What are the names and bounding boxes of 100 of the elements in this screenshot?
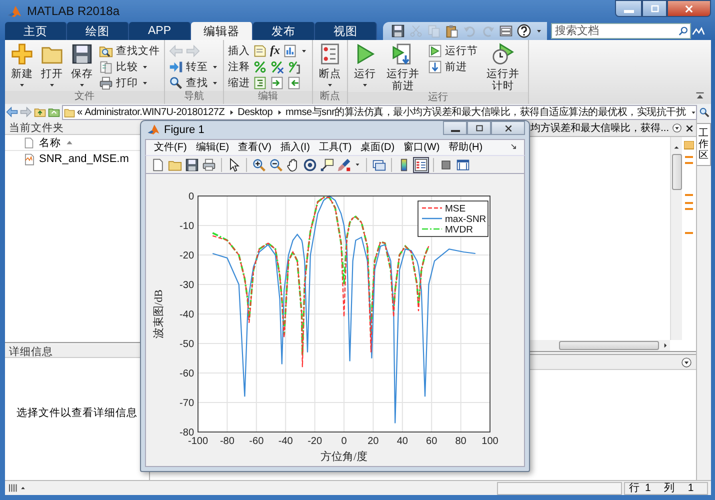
undock-icon[interactable]: [510, 143, 518, 152]
indent-right-icon[interactable]: [270, 76, 284, 90]
paste-icon[interactable]: [445, 24, 459, 38]
vertical-scrollbar[interactable]: [670, 137, 682, 340]
ribbon-tab[interactable]: 视图: [315, 22, 377, 40]
ribbon-button[interactable]: 前进: [428, 60, 467, 74]
ribbon-button[interactable]: 运行并计时: [482, 43, 524, 92]
pointer-icon[interactable]: [227, 158, 241, 172]
file-item[interactable]: SNR_and_MSE.m: [39, 153, 129, 165]
minimize-button[interactable]: [443, 121, 467, 135]
ribbon-button[interactable]: 断点: [317, 43, 343, 91]
caret-icon[interactable]: [690, 108, 697, 116]
horizontal-scrollbar[interactable]: [530, 340, 670, 351]
tick-label: 0: [341, 436, 347, 447]
panel-menu-icon[interactable]: [681, 356, 692, 368]
ribbon-tab[interactable]: APP: [129, 22, 191, 40]
close-button[interactable]: [491, 121, 525, 135]
rotate-icon[interactable]: [303, 158, 317, 172]
axis-label: 波束图/dB: [153, 290, 165, 338]
ribbon-button[interactable]: 保存: [69, 43, 95, 91]
ribbon-tab[interactable]: 绘图: [67, 22, 129, 40]
panel-icon[interactable]: [456, 158, 470, 172]
back-icon[interactable]: [6, 106, 18, 118]
tab-menu-icon[interactable]: [672, 123, 682, 133]
close-icon[interactable]: [685, 124, 694, 132]
ribbon-button[interactable]: 打开: [39, 43, 65, 91]
maximize-button[interactable]: [467, 121, 491, 135]
breadcrumb[interactable]: Administrator.WIN7U-20180127Z: [84, 106, 225, 118]
menu-item[interactable]: 插入(I): [280, 140, 310, 154]
menu-item[interactable]: 编辑(E): [196, 140, 230, 154]
brush-icon[interactable]: [337, 158, 351, 172]
section-label: 文件: [5, 91, 164, 103]
workspace-tab[interactable]: 工作区: [697, 123, 711, 166]
ribbon-button[interactable]: 运行并前进: [382, 43, 424, 92]
column-header[interactable]: 名称: [39, 136, 61, 150]
collapse-ribbon-icon[interactable]: [695, 91, 705, 101]
expand-icon[interactable]: [20, 485, 26, 491]
new-file-icon[interactable]: [151, 158, 165, 172]
zoom-in-icon[interactable]: [252, 158, 266, 172]
zoom-out-icon[interactable]: [269, 158, 283, 172]
linked-windows-icon[interactable]: [372, 158, 386, 172]
ribbon-button[interactable]: 新建: [9, 43, 35, 91]
data-tip-icon[interactable]: [320, 158, 334, 172]
window-switch-icon[interactable]: [499, 24, 513, 38]
search-field[interactable]: 搜索文档: [551, 23, 691, 39]
ribbon-tab[interactable]: 编辑器: [191, 22, 253, 40]
save-icon[interactable]: [391, 24, 405, 38]
ribbon-button[interactable]: 缩进: [228, 76, 250, 90]
menu-item[interactable]: 窗口(W): [404, 140, 440, 154]
pan-hand-icon[interactable]: [286, 158, 300, 172]
path-field[interactable]: « Administrator.WIN7U-20180127Z Desktop mmse与snr的算法仿真，最小均方误差和最大信噪比，获得自适应算法的最优权，实现抗干扰: [62, 104, 697, 120]
percent-icon[interactable]: [253, 60, 267, 74]
legend-icon[interactable]: [414, 158, 428, 172]
indent-icon[interactable]: [253, 76, 267, 90]
close-button[interactable]: [667, 0, 711, 17]
search-icon[interactable]: [699, 106, 710, 118]
editor-tab[interactable]: 均方误差和最大信噪比，获得...: [530, 121, 669, 135]
ribbon-button[interactable]: 运行: [352, 43, 378, 92]
caret-icon[interactable]: [535, 27, 543, 35]
overflow-mark[interactable]: «: [77, 106, 83, 118]
legend-label: max-SNR: [445, 214, 486, 225]
ribbon-button[interactable]: 查找文件: [99, 44, 160, 58]
menu-item[interactable]: 工具(T): [318, 140, 352, 154]
insert-document-icon[interactable]: [253, 44, 267, 58]
ribbon-button[interactable]: 插入: [228, 44, 250, 58]
save-icon[interactable]: [185, 158, 199, 172]
ribbon-tab[interactable]: 主页: [5, 22, 67, 40]
breadcrumb[interactable]: mmse与snr的算法仿真，最小均方误差和最大信噪比，获得自适应算法的最优权，实现抗干扰: [286, 105, 686, 119]
function-button[interactable]: fx: [270, 43, 280, 58]
help-icon[interactable]: [517, 24, 531, 38]
scrollbar-thumb[interactable]: [559, 341, 659, 350]
parent-folder-icon[interactable]: [34, 106, 46, 118]
caret-icon[interactable]: [354, 161, 361, 168]
chart-icon[interactable]: [283, 44, 297, 58]
scrollbar-thumb[interactable]: [672, 154, 682, 190]
ribbon-button[interactable]: 查找: [169, 76, 208, 90]
percent-bracket-icon[interactable]: [287, 60, 301, 74]
indent-left-icon[interactable]: [287, 76, 301, 90]
browse-folder-icon[interactable]: [48, 106, 60, 118]
tick-label: 0: [188, 192, 194, 202]
menu-item[interactable]: 桌面(D): [360, 140, 395, 154]
section-label: 编辑: [224, 91, 312, 103]
status-value: 1: [688, 482, 694, 494]
minimize-button[interactable]: [615, 0, 642, 17]
section-label: 运行: [348, 92, 528, 104]
menu-item[interactable]: 查看(V): [238, 140, 272, 154]
ribbon-button[interactable]: 转至: [169, 60, 208, 74]
ribbon-button[interactable]: 打印: [99, 76, 138, 90]
menu-item[interactable]: 文件(F): [154, 140, 187, 154]
breadcrumb[interactable]: Desktop: [238, 106, 273, 118]
printer-icon[interactable]: [202, 158, 216, 172]
percent-cross-icon[interactable]: [270, 60, 284, 74]
menu-item[interactable]: 帮助(H): [448, 140, 483, 154]
ribbon-tab[interactable]: 发布: [253, 22, 315, 40]
ribbon-button[interactable]: 运行节: [428, 44, 478, 58]
square-icon[interactable]: [439, 158, 453, 172]
ribbon-button[interactable]: 比较: [99, 60, 138, 74]
tick-label: 100: [482, 436, 498, 447]
ribbon-button[interactable]: 注释: [228, 60, 250, 74]
maximize-button[interactable]: [642, 0, 667, 17]
